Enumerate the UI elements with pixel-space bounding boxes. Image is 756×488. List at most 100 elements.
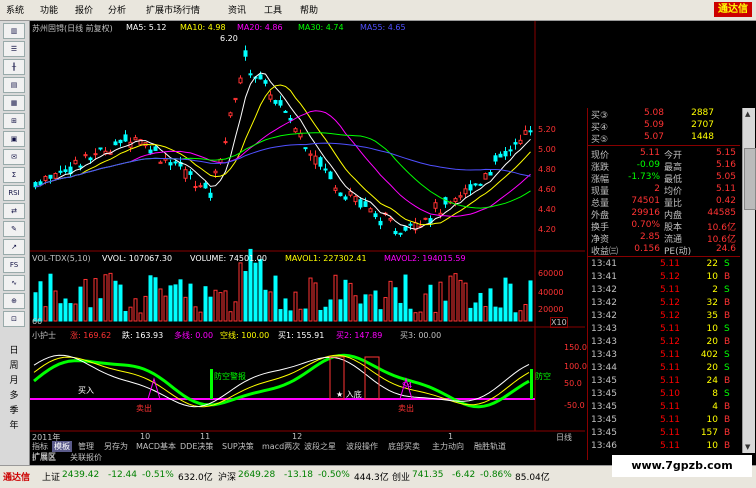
period-week[interactable]: 周 — [6, 358, 22, 371]
tick-p: 5.11 — [659, 441, 680, 451]
signal-bottom-label: ★ 入底 — [336, 390, 362, 399]
period-year[interactable]: 年 — [6, 418, 22, 431]
tab-saveas[interactable]: 另存为 — [102, 441, 130, 452]
chart-area[interactable]: 苏州固锝(日线 前复权) MA5: 5.12 MA10: 4.98 MA20: … — [30, 21, 587, 461]
volume-bar — [523, 304, 528, 322]
volume-bar — [123, 311, 128, 322]
tab-macd-basic[interactable]: MACD基本 — [134, 441, 178, 452]
indicator-tabs: 指标 模板 管理 另存为 MACD基本 DDE决策 SUP决策 macd两次 波… — [30, 441, 585, 461]
menu-news[interactable]: 资讯 — [228, 3, 246, 16]
table-icon[interactable]: ⊞ — [3, 113, 25, 129]
sh-change: -12.44 — [108, 470, 138, 480]
scroll-thumb[interactable] — [744, 148, 756, 210]
left-toolbar: ▥ ☰ ╫ ▤ ▦ ⊞ ▣ ✉ Σ RSI ⇄ ✎ ↗ FS ∿ ⊕ ⊡ 日 周… — [0, 21, 30, 466]
tick-row: 13:46 5.11 10 B — [588, 441, 740, 453]
link-icon[interactable]: ⇄ — [3, 203, 25, 219]
tick-t: 13:45 — [591, 376, 617, 386]
tab-extension-area[interactable]: 扩展区 — [30, 452, 58, 463]
tick-row: 13:45 5.11 24 B — [588, 376, 740, 388]
period-multi[interactable]: 多 — [6, 388, 22, 401]
grid2-icon[interactable]: ⊡ — [3, 311, 25, 327]
volume-bar — [223, 290, 228, 322]
candle-body — [493, 155, 498, 162]
zoom-icon[interactable]: ⊕ — [3, 293, 25, 309]
tick-p: 5.11 — [659, 259, 680, 269]
tab-manage[interactable]: 管理 — [76, 441, 96, 452]
candle-body — [83, 154, 88, 157]
candle-body — [58, 170, 63, 173]
volume-bar — [228, 311, 233, 322]
indicator-duo: 多线: 0.00 — [174, 331, 214, 340]
period-month[interactable]: 月 — [6, 373, 22, 386]
volume-bar — [403, 274, 408, 322]
candle-body — [513, 142, 518, 145]
bar-icon[interactable]: ▤ — [3, 77, 25, 93]
candle-body — [363, 201, 368, 207]
tick-p: 5.11 — [659, 350, 680, 360]
menu-tools[interactable]: 工具 — [264, 3, 282, 16]
menu-bar: 系统 功能 报价 分析 扩展市场行情 资讯 工具 帮助 通达信 — [0, 0, 756, 21]
volume-bar — [373, 290, 378, 322]
box-icon[interactable]: ▣ — [3, 131, 25, 147]
candle-body — [268, 94, 273, 100]
tab-track[interactable]: 融胜轨道 — [472, 441, 508, 452]
pen-icon[interactable]: ↗ — [3, 239, 25, 255]
candle-body — [263, 80, 268, 84]
candle-body — [323, 168, 328, 171]
sh-pct: -0.51% — [142, 470, 174, 480]
fs-icon[interactable]: FS — [3, 257, 25, 273]
candle-body — [503, 150, 508, 157]
tab-bottom-trade[interactable]: 底部买卖 — [386, 441, 422, 452]
candle-icon[interactable]: ╫ — [3, 59, 25, 75]
candle-body — [208, 192, 213, 198]
candle-body — [168, 162, 173, 166]
tool-icon[interactable]: ✎ — [3, 221, 25, 237]
period-day[interactable]: 日 — [6, 343, 22, 356]
volume-bar — [483, 306, 488, 322]
volume-bar — [333, 274, 338, 322]
indicator-buy1: 买1: 155.91 — [278, 331, 325, 340]
candle-body — [438, 212, 443, 216]
candle-body — [188, 171, 193, 175]
list-icon[interactable]: ☰ — [3, 41, 25, 57]
tab-wave-op[interactable]: 波段操作 — [344, 441, 380, 452]
field-value: 0.42 — [715, 196, 736, 206]
volume-bar — [368, 294, 373, 322]
sz-pct: -0.50% — [318, 470, 350, 480]
tick-v: 157 — [700, 428, 718, 438]
volume-bar — [88, 307, 93, 322]
menu-system[interactable]: 系统 — [6, 3, 24, 16]
menu-quote[interactable]: 报价 — [75, 3, 93, 16]
menu-help[interactable]: 帮助 — [300, 3, 318, 16]
tick-v: 10 — [706, 441, 718, 451]
quote-panel: 买③ 5.08 2887 买④ 5.09 2707 买⑤ 5.07 1448 现… — [587, 108, 740, 460]
chart-canvas[interactable] — [30, 21, 585, 441]
menu-analysis[interactable]: 分析 — [108, 3, 126, 16]
volume-bar — [413, 312, 418, 322]
tab-related-quote[interactable]: 关联报价 — [68, 452, 104, 463]
candle-body — [458, 195, 463, 198]
quote-field-row: 现量 2 均价 5.11 — [588, 184, 740, 197]
menu-extended-market[interactable]: 扩展市场行情 — [146, 3, 200, 16]
tick-p: 5.12 — [659, 272, 680, 282]
tab-sup[interactable]: SUP决策 — [220, 441, 256, 452]
tab-main-force[interactable]: 主力动向 — [430, 441, 466, 452]
volume-bar — [273, 275, 278, 322]
volume-bar — [288, 310, 293, 322]
mail-icon[interactable]: ✉ — [3, 149, 25, 165]
rsi-icon[interactable]: RSI — [3, 185, 25, 201]
candle-body — [358, 199, 363, 208]
sum-icon[interactable]: Σ — [3, 167, 25, 183]
vertical-scrollbar[interactable]: ▲ ▼ — [742, 108, 756, 453]
tab-dde[interactable]: DDE决策 — [178, 441, 215, 452]
tab-macd-twice[interactable]: macd两次 — [260, 441, 302, 452]
grid-icon[interactable]: ▦ — [3, 95, 25, 111]
scroll-up-icon[interactable]: ▲ — [745, 110, 753, 118]
menu-function[interactable]: 功能 — [40, 3, 58, 16]
scroll-down-icon[interactable]: ▼ — [745, 443, 753, 451]
period-season[interactable]: 季 — [6, 403, 22, 416]
tab-wave-star[interactable]: 波段之星 — [302, 441, 338, 452]
kline-icon[interactable]: ∿ — [3, 275, 25, 291]
volume-bar — [343, 279, 348, 322]
chart-icon[interactable]: ▥ — [3, 23, 25, 39]
